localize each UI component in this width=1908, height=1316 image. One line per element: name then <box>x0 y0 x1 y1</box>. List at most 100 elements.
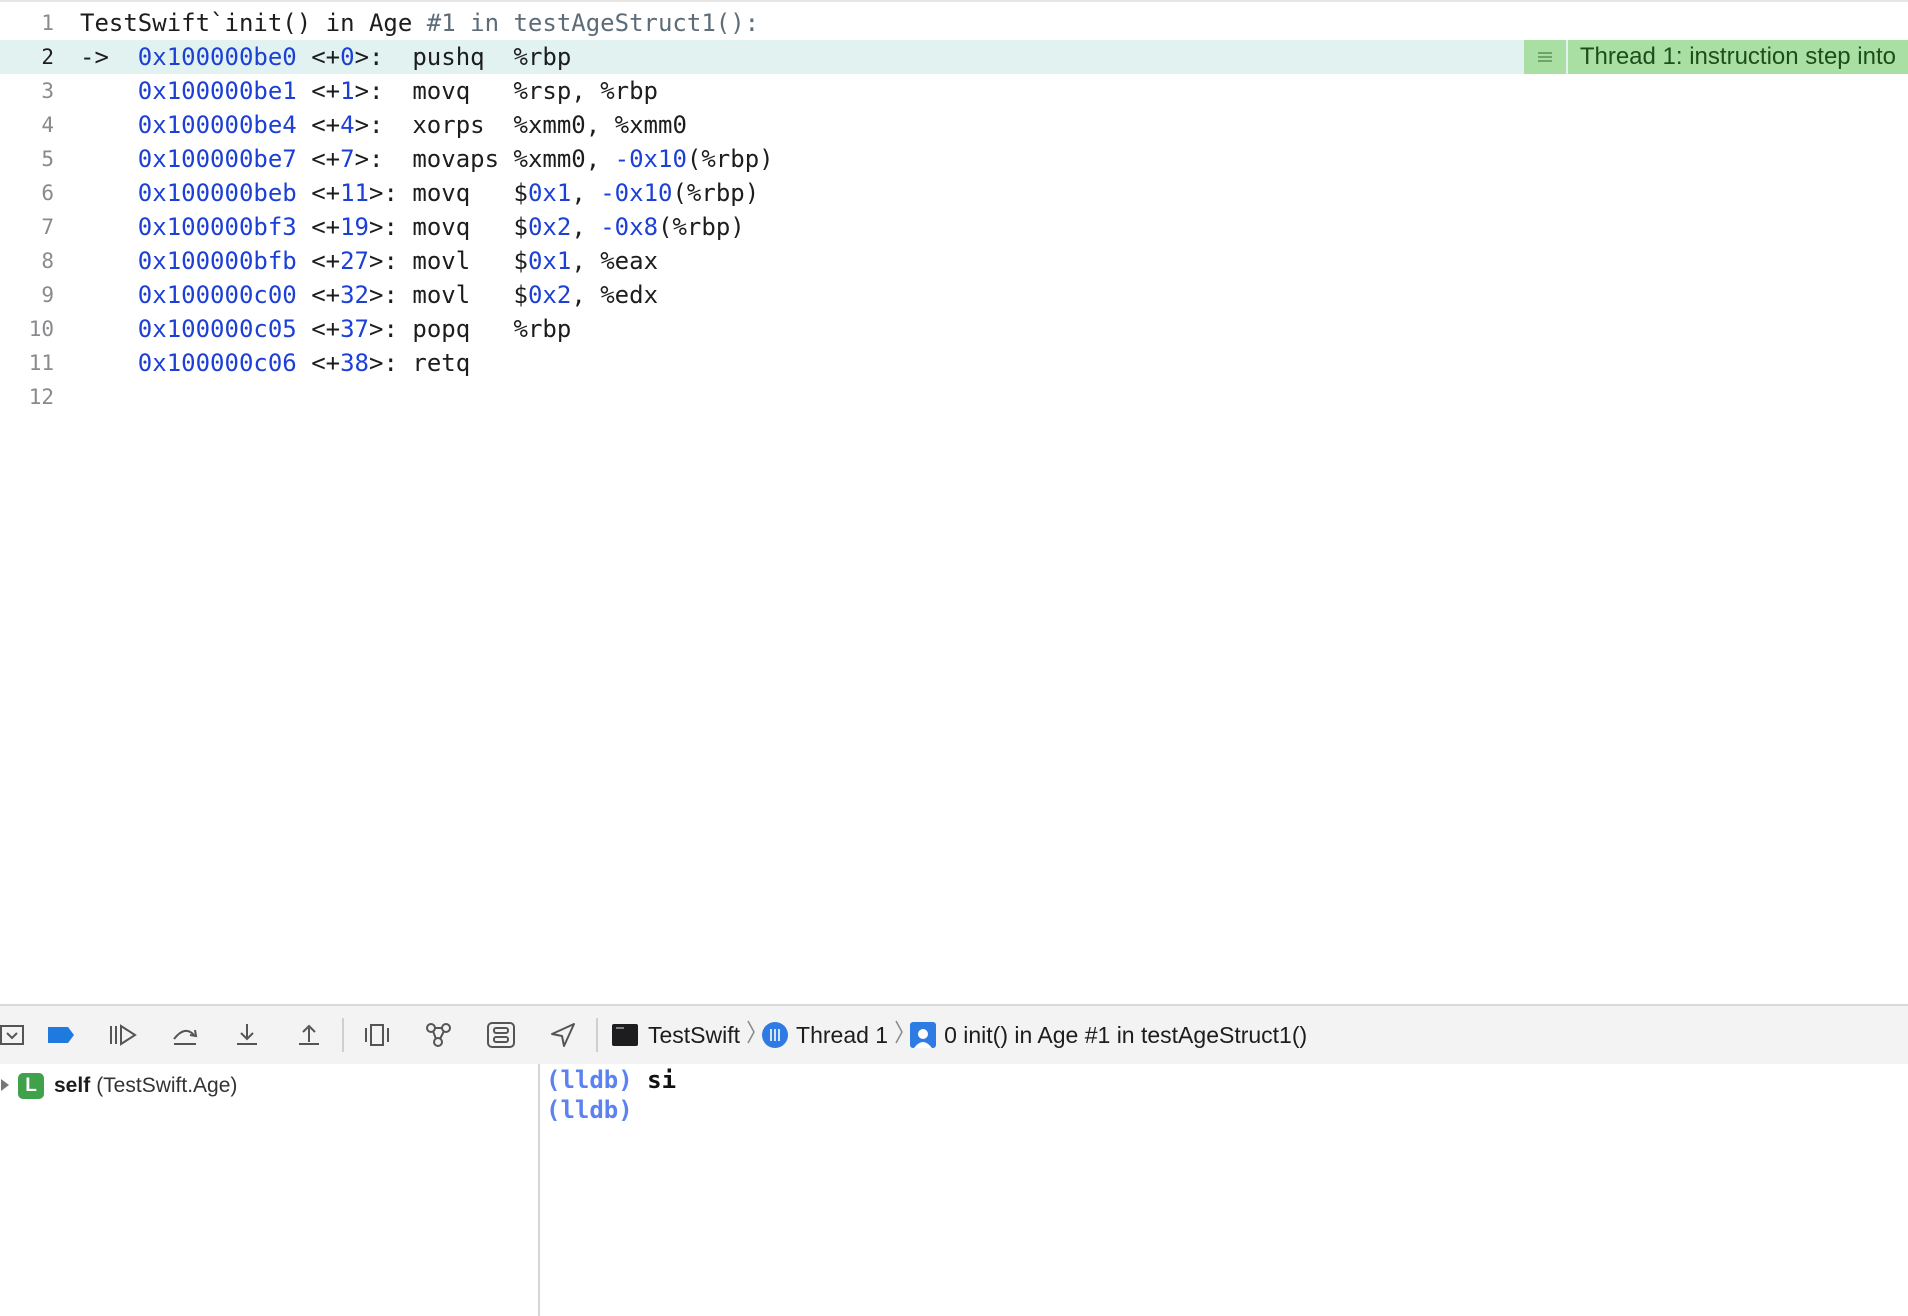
code-token: 0x100000be4 <box>137 111 297 139</box>
memory-graph-button[interactable] <box>408 1006 470 1064</box>
code-token: >: movl $ <box>369 281 528 309</box>
variable-type: (TestSwift.Age) <box>96 1074 238 1097</box>
line-number: 10 <box>28 317 54 341</box>
code-token: 0x100000be7 <box>137 145 297 173</box>
line-number: 11 <box>28 351 54 375</box>
line-number: 4 <box>41 113 54 137</box>
line-number: 7 <box>41 215 54 239</box>
line-number: 3 <box>41 79 54 103</box>
code-line[interactable]: 3 0x100000be1 <+1>: movq %rsp, %rbp <box>0 74 1908 108</box>
environment-overrides-button[interactable] <box>470 1006 532 1064</box>
environment-overrides-icon <box>487 1022 515 1048</box>
breadcrumb-thread[interactable]: Thread 1 <box>796 1022 888 1049</box>
breadcrumb-process[interactable]: TestSwift <box>648 1022 740 1049</box>
breadcrumb-frame[interactable]: 0 init() in Age #1 in testAgeStruct1() <box>944 1022 1307 1049</box>
code-line[interactable]: 8 0x100000bfb <+27>: movl $0x1, %eax <box>0 244 1908 278</box>
code-token: >: xorps %xmm0, %xmm0 <box>354 111 687 139</box>
breadcrumb: TestSwift Thread 1 0 init() in Age #1 in… <box>612 1019 1307 1051</box>
code-token: 0x100000beb <box>137 179 297 207</box>
code-text: 0x100000be7 <+7>: movaps %xmm0, -0x10(%r… <box>80 142 774 176</box>
user-frame-icon <box>910 1022 937 1048</box>
thread-annotation[interactable]: Thread 1: instruction step into <box>1523 40 1908 74</box>
line-number: 6 <box>41 181 54 205</box>
step-out-icon <box>299 1024 319 1045</box>
annotation-text: Thread 1: instruction step into <box>1567 40 1908 74</box>
lldb-console[interactable]: (lldb) si (lldb) <box>540 1064 1908 1316</box>
code-line[interactable]: 12 <box>0 380 1908 414</box>
code-token: -0x10 <box>614 145 687 173</box>
code-token: , <box>571 179 601 207</box>
toolbar-separator <box>596 1018 598 1052</box>
code-token: 0x100000c06 <box>137 349 297 377</box>
toolbar-separator <box>342 1018 344 1052</box>
step-into-icon <box>237 1024 257 1045</box>
step-into-button[interactable] <box>216 1006 278 1064</box>
code-text: 0x100000c05 <+37>: popq %rbp <box>80 312 572 346</box>
code-token: <+ <box>296 145 341 173</box>
disclosure-triangle-icon[interactable] <box>0 1074 10 1098</box>
code-token: <+ <box>296 111 341 139</box>
code-token: <+ <box>296 349 341 377</box>
code-token: 4 <box>340 111 355 139</box>
console-line: (lldb) si <box>546 1066 676 1094</box>
console-line: (lldb) <box>546 1096 633 1124</box>
code-token: 0 <box>340 43 355 71</box>
code-token: TestSwift`init() in Age <box>80 9 427 37</box>
code-token: 0x100000be1 <box>137 77 297 105</box>
code-token: <+ <box>296 179 341 207</box>
code-text: 0x100000bfb <+27>: movl $0x1, %eax <box>80 244 658 278</box>
step-over-button[interactable] <box>154 1006 216 1064</box>
code-line[interactable]: 5 0x100000be7 <+7>: movaps %xmm0, -0x10(… <box>0 142 1908 176</box>
simulate-location-button[interactable] <box>532 1006 594 1064</box>
chevron-right-icon <box>746 1019 756 1051</box>
code-token: <+ <box>296 247 341 275</box>
hide-debug-area-button[interactable] <box>0 1006 30 1064</box>
thread-icon <box>762 1022 789 1048</box>
breakpoints-toggle-button[interactable] <box>30 1006 92 1064</box>
disassembly-editor[interactable]: 1 TestSwift`init() in Age #1 in testAgeSt… <box>0 0 1908 1006</box>
code-line[interactable]: 6 0x100000beb <+11>: movq $0x1, -0x10(%r… <box>0 176 1908 210</box>
line-number: 12 <box>28 385 54 409</box>
terminal-icon <box>612 1024 638 1046</box>
code-line[interactable]: 9 0x100000c00 <+32>: movl $0x2, %edx <box>0 278 1908 312</box>
code-line[interactable]: 1 TestSwift`init() in Age #1 in testAgeSt… <box>0 6 1908 40</box>
code-token: <+ <box>296 213 341 241</box>
code-token: 0x100000bfb <box>137 247 297 275</box>
code-text: 0x100000c00 <+32>: movl $0x2, %edx <box>80 278 658 312</box>
code-line[interactable]: 11 0x100000c06 <+38>: retq <box>0 346 1908 380</box>
continue-button[interactable] <box>92 1006 154 1064</box>
code-token: -> <box>80 43 138 71</box>
code-token: 0x100000be0 <box>137 43 297 71</box>
local-variable-badge: L <box>18 1073 44 1099</box>
code-line[interactable]: 7 0x100000bf3 <+19>: movq $0x2, -0x8(%rb… <box>0 210 1908 244</box>
code-token: 0x100000bf3 <box>137 213 297 241</box>
console-command: si <box>632 1066 677 1094</box>
line-number: 9 <box>41 283 54 307</box>
current-instruction-line[interactable]: 2 -> 0x100000be0 <+0>: pushq %rbp Thread 1… <box>0 40 1908 74</box>
step-out-button[interactable] <box>278 1006 340 1064</box>
code-line[interactable]: 4 0x100000be4 <+4>: xorps %xmm0, %xmm0 <box>0 108 1908 142</box>
code-token: 19 <box>340 213 370 241</box>
code-token: 0x2 <box>527 213 572 241</box>
step-over-icon <box>173 1029 198 1045</box>
lldb-prompt: (lldb) <box>546 1066 633 1094</box>
view-hierarchy-button[interactable] <box>346 1006 408 1064</box>
variable-row[interactable]: L self (TestSwift.Age) <box>0 1070 237 1102</box>
variables-view: L self (TestSwift.Age) <box>0 1064 540 1316</box>
code-token: >: movq $ <box>369 179 528 207</box>
code-token: 0x1 <box>527 247 572 275</box>
menu-lines-icon[interactable] <box>1523 40 1566 74</box>
chevron-right-icon <box>894 1019 904 1051</box>
code-token: <+ <box>296 77 341 105</box>
code-token: >: movq %rsp, %rbp <box>354 77 658 105</box>
code-token: , <box>571 213 601 241</box>
code-token: , %edx <box>571 281 659 309</box>
breakpoint-icon <box>48 1027 74 1043</box>
code-line[interactable]: 10 0x100000c05 <+37>: popq %rbp <box>0 312 1908 346</box>
code-token: -0x10 <box>600 179 673 207</box>
